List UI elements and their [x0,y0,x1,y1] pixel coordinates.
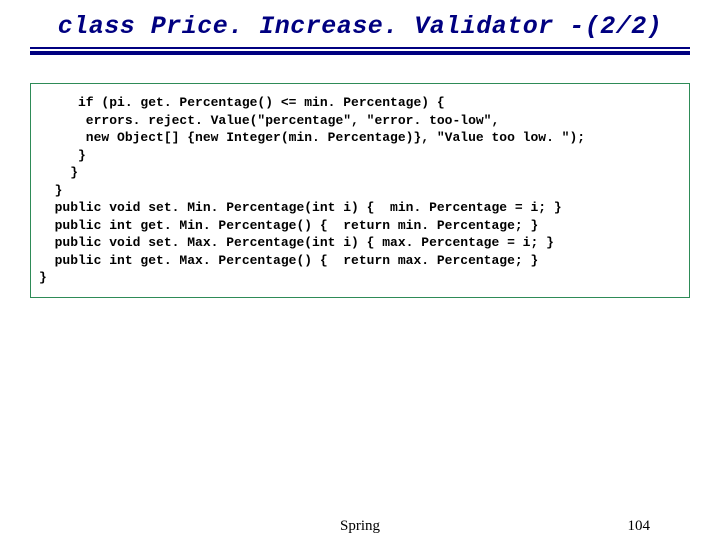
title-underline [30,47,690,55]
page-number: 104 [628,518,651,535]
slide-title: class Price. Increase. Validator -(2/2) [30,12,690,45]
footer-center-text: Spring [340,518,380,535]
slide: class Price. Increase. Validator -(2/2) … [0,0,720,540]
code-block: if (pi. get. Percentage() <= min. Percen… [30,83,690,298]
